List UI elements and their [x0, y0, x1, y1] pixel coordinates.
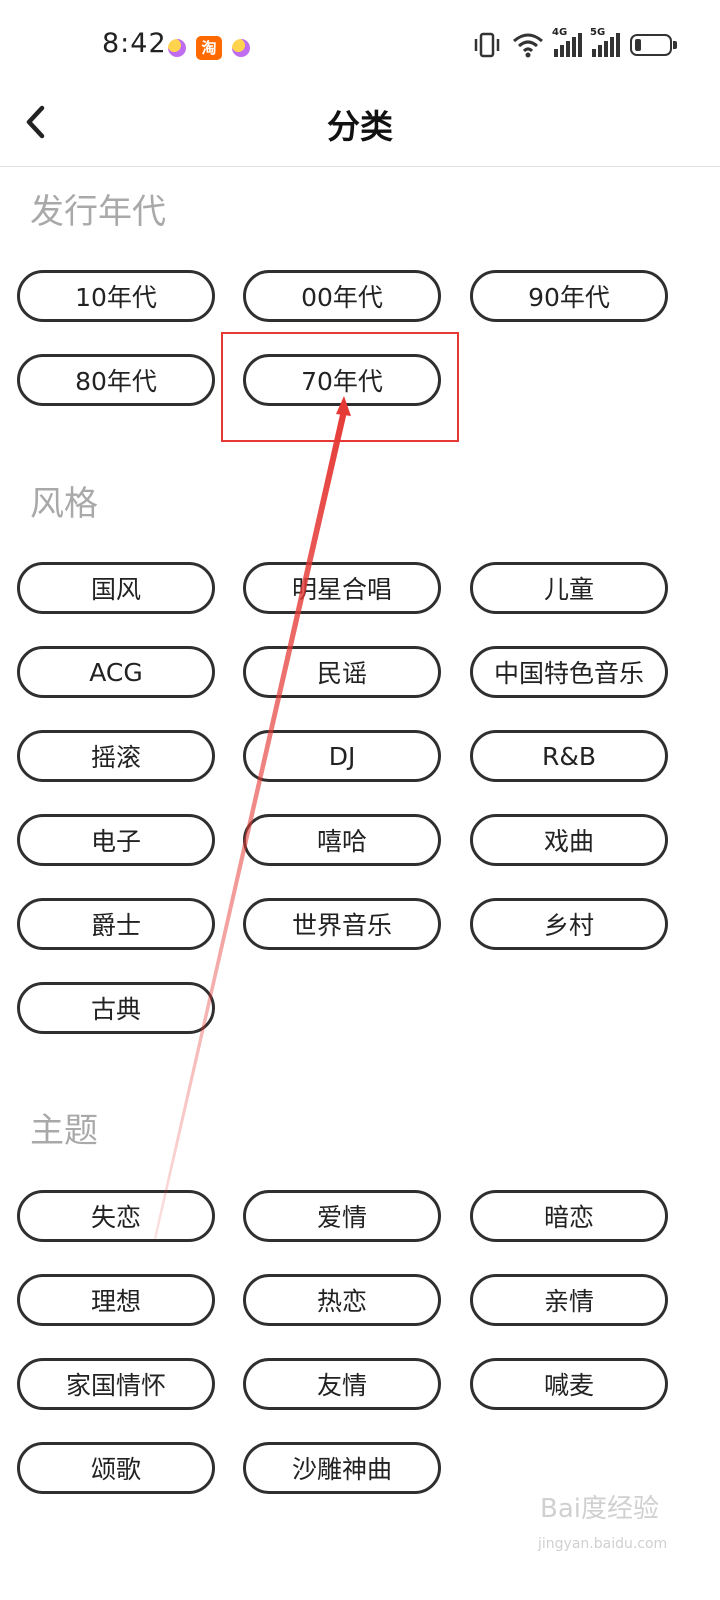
page-title: 分类 — [327, 107, 393, 146]
section-title-theme: 主题 — [30, 1111, 98, 1151]
navigation-bar: 分类 — [0, 90, 720, 167]
system-icons: 4G 5G — [472, 27, 677, 58]
category-chip[interactable]: 世界音乐 — [243, 898, 441, 950]
category-chip[interactable]: 理想 — [17, 1274, 215, 1326]
taobao-app-icon: 淘 — [196, 36, 222, 60]
category-chip[interactable]: 摇滚 — [17, 730, 215, 782]
signal-4g-icon: 4G — [552, 27, 582, 57]
category-chip[interactable]: 嘻哈 — [243, 814, 441, 866]
category-chip[interactable]: 80年代 — [17, 354, 215, 406]
category-chip[interactable]: 90年代 — [470, 270, 668, 322]
notification-dot-icon — [168, 39, 186, 57]
category-chip[interactable]: 亲情 — [470, 1274, 668, 1326]
wifi-icon — [513, 33, 543, 58]
section-title-style: 风格 — [30, 484, 98, 524]
category-chip[interactable]: 中国特色音乐 — [470, 646, 668, 698]
section-title-release-era: 发行年代 — [30, 192, 166, 232]
category-chip[interactable]: 00年代 — [243, 270, 441, 322]
notification-icons: 淘 — [168, 36, 250, 60]
battery-icon — [630, 34, 677, 56]
category-chip[interactable]: 儿童 — [470, 562, 668, 614]
notification-dot-icon — [232, 39, 250, 57]
category-chip[interactable]: 乡村 — [470, 898, 668, 950]
category-chip[interactable]: R&B — [470, 730, 668, 782]
category-chip[interactable]: 10年代 — [17, 270, 215, 322]
status-time: 8:42 — [102, 28, 167, 59]
watermark: Bai度经验 — [540, 1494, 659, 1524]
category-chip-70s[interactable]: 70年代 — [243, 354, 441, 406]
category-chip[interactable]: 戏曲 — [470, 814, 668, 866]
category-chip[interactable]: 国风 — [17, 562, 215, 614]
category-chip[interactable]: 喊麦 — [470, 1358, 668, 1410]
category-chip[interactable]: DJ — [243, 730, 441, 782]
category-chip[interactable]: 友情 — [243, 1358, 441, 1410]
status-bar: 8:42 淘 4G 5G — [0, 0, 720, 90]
category-chip[interactable]: 古典 — [17, 982, 215, 1034]
vibrate-icon — [474, 32, 500, 58]
category-chip[interactable]: 明星合唱 — [243, 562, 441, 614]
category-chip[interactable]: 暗恋 — [470, 1190, 668, 1242]
category-chip[interactable]: 爱情 — [243, 1190, 441, 1242]
category-chip[interactable]: 失恋 — [17, 1190, 215, 1242]
battery-fill — [635, 39, 641, 51]
signal-5g-icon: 5G — [590, 27, 620, 57]
category-chip[interactable]: 家国情怀 — [17, 1358, 215, 1410]
category-chip[interactable]: 爵士 — [17, 898, 215, 950]
category-chip[interactable]: 颂歌 — [17, 1442, 215, 1494]
watermark-url: jingyan.baidu.com — [538, 1536, 668, 1552]
category-chip[interactable]: 民谣 — [243, 646, 441, 698]
category-chip[interactable]: ACG — [17, 646, 215, 698]
category-chip[interactable]: 热恋 — [243, 1274, 441, 1326]
category-chip[interactable]: 沙雕神曲 — [243, 1442, 441, 1494]
category-chip[interactable]: 电子 — [17, 814, 215, 866]
